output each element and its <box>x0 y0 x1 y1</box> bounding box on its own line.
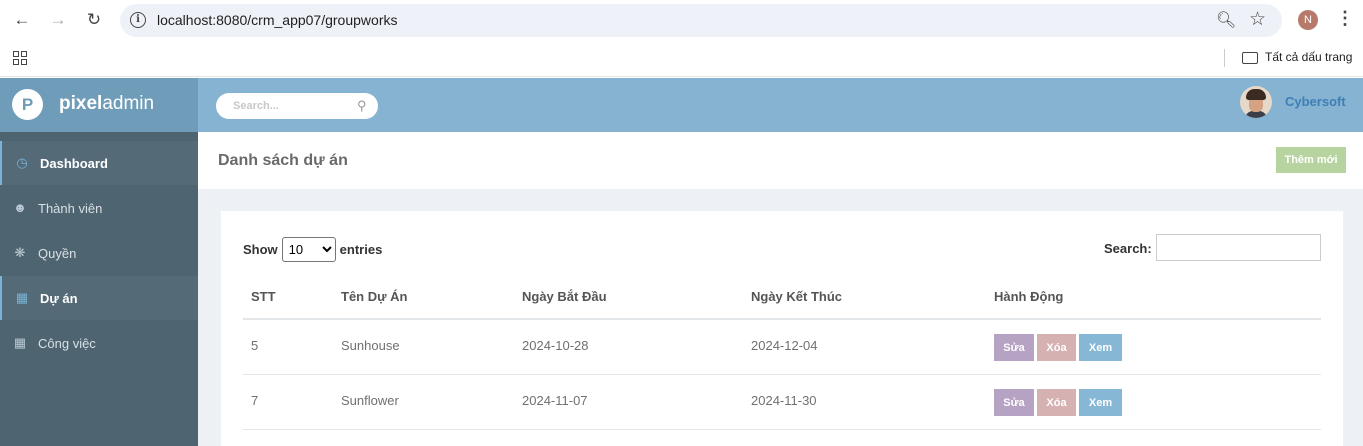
cell-stt: 7 <box>251 393 259 408</box>
sidebar-item-label: Quyền <box>38 245 77 261</box>
user-icon: ☻ <box>13 200 27 215</box>
cell-start-date: 2024-10-28 <box>522 338 589 353</box>
sidebar-item-roles[interactable]: ❋ Quyền <box>0 231 198 275</box>
browser-menu-icon[interactable]: ⋮ <box>1336 8 1354 29</box>
bug-icon: ❋ <box>14 245 26 260</box>
clock-icon: ◷ <box>16 155 28 170</box>
sidebar-item-label: Thành viên <box>38 200 103 216</box>
edit-button[interactable]: Sửa <box>994 389 1034 416</box>
brand-name: pixeladmin <box>59 93 154 115</box>
browser-toolbar: ← → ↻ i localhost:8080/crm_app07/groupwo… <box>0 0 1363 40</box>
cell-start-date: 2024-11-07 <box>522 393 588 408</box>
view-button[interactable]: Xem <box>1079 334 1122 361</box>
top-search: ⚲ <box>216 93 378 119</box>
table-header: STT Tên Dự Án Ngày Bắt Đầu Ngày Kết Thúc… <box>243 277 1321 320</box>
brand-name-bold: pixel <box>59 93 103 114</box>
site-info-icon[interactable]: i <box>130 12 146 28</box>
sidebar: ◷ Dashboard ☻ Thành viên ❋ Quyền ▦ Dự án… <box>0 132 198 446</box>
brand-logo: P <box>12 89 43 120</box>
table-icon: ▦ <box>13 335 27 350</box>
projects-table: STT Tên Dự Án Ngày Bắt Đầu Ngày Kết Thúc… <box>243 277 1321 430</box>
sidebar-item-tasks[interactable]: ▦ Công việc <box>0 321 198 365</box>
folder-icon[interactable] <box>1242 52 1258 64</box>
profile-avatar[interactable]: N <box>1298 10 1318 30</box>
topbar: ⚲ Cybersoft <box>198 78 1363 132</box>
table-row: 7 Sunflower 2024-11-07 2024-11-30 Sửa Xó… <box>243 375 1321 430</box>
avatar[interactable] <box>1240 86 1272 118</box>
page-title: Danh sách dự án <box>218 152 348 169</box>
top-search-input[interactable] <box>216 93 356 119</box>
header-name[interactable]: Tên Dự Án <box>341 289 407 304</box>
show-label: Show <box>243 242 278 257</box>
cell-stt: 5 <box>251 338 259 353</box>
view-button[interactable]: Xem <box>1079 389 1122 416</box>
bookmark-star-icon[interactable]: ☆ <box>1249 8 1266 31</box>
sidebar-item-label: Công việc <box>38 335 96 351</box>
app-root: P pixeladmin ⚲ Cybersoft ◷ Dashboard ☻ T… <box>0 78 1363 446</box>
table-row: 5 Sunhouse 2024-10-28 2024-12-04 Sửa Xóa… <box>243 320 1321 375</box>
forward-icon[interactable]: → <box>46 8 70 32</box>
header-actions[interactable]: Hành Động <box>994 289 1063 304</box>
add-new-button[interactable]: Thêm mới <box>1276 147 1346 173</box>
table-search-label: Search: <box>1104 241 1152 256</box>
header-stt[interactable]: STT <box>251 289 276 304</box>
url-text[interactable]: localhost:8080/crm_app07/groupworks <box>157 12 397 28</box>
brand-name-light: admin <box>102 93 155 114</box>
entries-label: entries <box>339 242 383 257</box>
sidebar-item-members[interactable]: ☻ Thành viên <box>0 186 198 230</box>
address-bar[interactable]: i localhost:8080/crm_app07/groupworks 🔍︎… <box>120 4 1282 37</box>
back-icon[interactable]: ← <box>10 8 34 32</box>
table-search-input[interactable] <box>1156 234 1321 261</box>
sidebar-item-label: Dashboard <box>40 155 108 171</box>
length-control: Show 10 entries <box>243 237 382 262</box>
page-length-select[interactable]: 10 <box>281 237 336 262</box>
cell-name: Sunflower <box>341 393 399 408</box>
reload-icon[interactable]: ↻ <box>82 8 106 32</box>
header-start-date[interactable]: Ngày Bắt Đầu <box>522 289 607 304</box>
apps-grid-icon[interactable] <box>13 51 27 65</box>
header-end-date[interactable]: Ngày Kết Thúc <box>751 289 842 304</box>
sidebar-item-label: Dự án <box>40 290 78 306</box>
all-bookmarks-link[interactable]: Tất cả dấu trang <box>1265 50 1352 64</box>
bookmarks-bar: Tất cả dấu trang <box>0 40 1363 77</box>
cell-name: Sunhouse <box>341 338 400 353</box>
zoom-icon[interactable]: 🔍︎ <box>1216 10 1236 30</box>
projects-panel: Show 10 entries Search: STT Tên Dự Án Ng… <box>221 211 1343 446</box>
table-icon: ▦ <box>15 290 29 305</box>
page-header: Danh sách dự án Thêm mới <box>198 132 1363 189</box>
delete-button[interactable]: Xóa <box>1037 389 1076 416</box>
delete-button[interactable]: Xóa <box>1037 334 1076 361</box>
sidebar-item-projects[interactable]: ▦ Dự án <box>0 276 198 320</box>
cell-end-date: 2024-11-30 <box>751 393 817 408</box>
brand[interactable]: P pixeladmin <box>0 78 198 132</box>
sidebar-item-dashboard[interactable]: ◷ Dashboard <box>0 141 198 185</box>
user-name[interactable]: Cybersoft <box>1285 94 1346 109</box>
edit-button[interactable]: Sửa <box>994 334 1034 361</box>
search-icon[interactable]: ⚲ <box>357 98 367 114</box>
cell-end-date: 2024-12-04 <box>751 338 818 353</box>
bookmarks-divider <box>1224 49 1225 67</box>
